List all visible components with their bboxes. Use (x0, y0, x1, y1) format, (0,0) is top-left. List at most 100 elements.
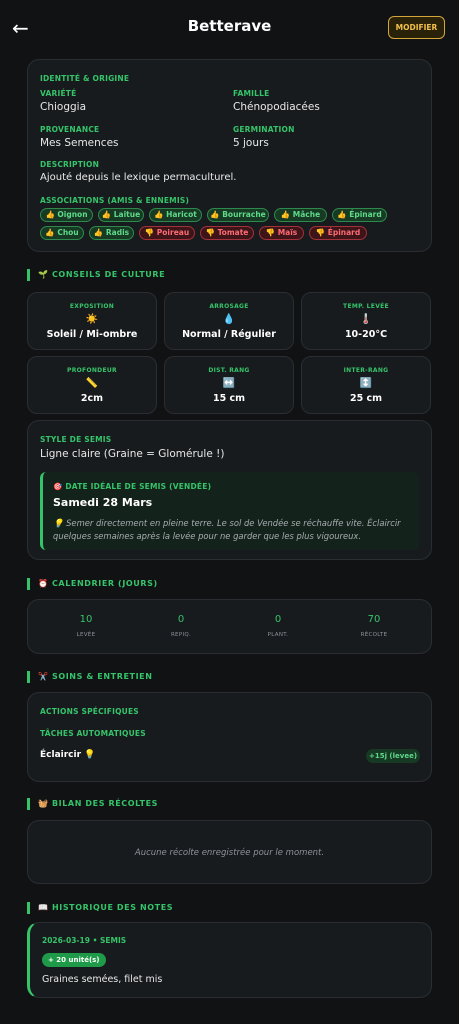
calendar-value: 0 (177, 614, 185, 625)
association-chip: 👍 Radis (89, 226, 134, 240)
sowing-tip-text: Semer directement en pleine terre. Le so… (53, 518, 401, 541)
ideal-date-value: Samedi 28 Mars (53, 496, 153, 509)
harvest-empty-text: Aucune récolte enregistrée pour le momen… (134, 848, 325, 858)
association-label: Mâche (292, 210, 321, 219)
tile-value: Normal / Régulier (182, 329, 276, 340)
sowing-style-value: Ligne claire (Graine = Glomérule !) (40, 448, 225, 460)
tile-label: INTER-RANG (343, 367, 389, 374)
thumbs-up-icon: 👍 (154, 210, 164, 219)
notes-section-heading: 📖 HISTORIQUE DES NOTES (27, 902, 173, 914)
association-chip: 👍 Épinard (332, 208, 387, 222)
association-label: Épinard (349, 210, 382, 219)
task-name: Éclaircir (40, 750, 82, 760)
tile-value: 10-20°C (344, 329, 388, 340)
thumbs-up-icon: 👍 (280, 210, 291, 219)
note-text: Graines semées, filet mis (42, 974, 163, 985)
association-chip: 👎 Tomate (200, 226, 254, 240)
association-chip: 👎 Maïs (259, 226, 304, 240)
association-chip: 👍 Bourrache (207, 208, 269, 222)
lightbulb-icon: 💡 (84, 750, 96, 760)
thumbs-down-icon: 👎 (144, 228, 155, 237)
association-chip: 👍 Laitue (98, 208, 144, 222)
family-label: FAMILLE (233, 89, 270, 98)
alarm-clock-icon: ⏰ (38, 579, 49, 588)
thumbs-up-icon: 👍 (337, 210, 347, 219)
association-label: Bourrache (222, 210, 266, 219)
description-label: DESCRIPTION (40, 160, 100, 169)
auto-task: Éclaircir 💡 (40, 750, 95, 760)
depth-tile: PROFONDEUR 📏 2cm (27, 356, 157, 414)
calendar-value: 10 (79, 614, 93, 625)
thumbs-up-icon: 👍 (101, 210, 112, 219)
identity-card: IDENTITÉ & ORIGINE VARIÉTÉ Chioggia FAMI… (27, 59, 432, 252)
thumbs-up-icon: 👍 (45, 228, 55, 237)
temperature-tile: TEMP. LEVÉE 🌡️ 10-20°C (301, 292, 431, 350)
care-section-title: SOINS & ENTRETIEN (51, 672, 153, 681)
watering-tile: ARROSAGE 💧 Normal / Régulier (164, 292, 294, 350)
row-distance-tile: DIST. RANG ↔️ 15 cm (164, 356, 294, 414)
thumbs-up-icon: 👍 (45, 210, 55, 219)
calendar-label: RÉCOLTE (360, 632, 388, 638)
association-chip: 👍 Haricot (149, 208, 202, 222)
ideal-date-label: DATE IDÉALE DE SEMIS (VENDÉE) (65, 482, 212, 491)
association-chip: 👎 Épinard (309, 226, 367, 240)
note-entry: 2026-03-19 • SEMIS + 20 unité(s) Graines… (27, 922, 432, 998)
specific-actions-label: ACTIONS SPÉCIFIQUES (40, 707, 139, 716)
tile-label: DIST. RANG (208, 367, 250, 374)
variety-value: Chioggia (40, 101, 87, 113)
scissors-icon: ✂️ (38, 672, 49, 681)
thumbs-down-icon: 👎 (315, 228, 326, 237)
tile-value: 25 cm (349, 393, 383, 404)
note-quantity-badge: + 20 unité(s) (42, 953, 106, 967)
culture-section-title: CONSEILS DE CULTURE (51, 270, 166, 279)
modify-button[interactable]: MODIFIER (388, 16, 445, 39)
thumbs-up-icon: 👍 (210, 210, 220, 219)
calendar-value: 0 (274, 614, 282, 625)
thumbs-up-icon: 👍 (93, 228, 104, 237)
tile-value: 15 cm (212, 393, 246, 404)
ideal-date-panel: 🎯 DATE IDÉALE DE SEMIS (VENDÉE) Samedi 2… (40, 472, 419, 550)
task-badge: +15j (levee) (366, 749, 420, 763)
association-chip: 👍 Oignon (40, 208, 93, 222)
harvest-section-title: BILAN DES RÉCOLTES (51, 799, 159, 808)
origin-value: Mes Semences (40, 137, 119, 149)
calendar-section-title: CALENDRIER (JOURS) (51, 579, 158, 588)
basket-icon: 🧺 (38, 799, 49, 808)
inter-row-tile: INTER-RANG ↕️ 25 cm (301, 356, 431, 414)
association-label: Radis (105, 228, 130, 237)
germination-label: GERMINATION (233, 125, 295, 134)
description-value: Ajouté depuis le lexique permaculturel. (40, 172, 237, 183)
calendar-section-heading: ⏰ CALENDRIER (JOURS) (27, 578, 158, 590)
associations-label: ASSOCIATIONS (AMIS & ENNEMIS) (40, 196, 190, 205)
calendar-label: REPIQ. (170, 632, 192, 638)
sowing-tip: 💡 Semer directement en pleine terre. Le … (53, 517, 415, 543)
exposition-tile: EXPOSITION ☀️ Soleil / Mi-ombre (27, 292, 157, 350)
association-label: Oignon (57, 210, 88, 219)
auto-tasks-label: TÂCHES AUTOMATIQUES (40, 729, 146, 738)
ruler-icon: 📏 (85, 378, 99, 389)
sowing-style-label: STYLE DE SEMIS (40, 435, 112, 444)
association-label: Maïs (277, 228, 298, 237)
tile-label: PROFONDEUR (67, 367, 117, 374)
association-chip: 👎 Poireau (139, 226, 195, 240)
lightbulb-icon: 💡 (53, 518, 64, 528)
calendar-value: 70 (367, 614, 381, 625)
sun-icon: ☀️ (85, 314, 99, 325)
vertical-arrows-icon: ↕️ (359, 378, 373, 389)
calendar-label: PLANT. (267, 632, 289, 638)
association-chip: 👍 Chou (40, 226, 84, 240)
thermometer-icon: 🌡️ (359, 314, 373, 325)
horizontal-arrows-icon: ↔️ (222, 378, 236, 389)
association-label: Poireau (156, 228, 190, 237)
calendar-card: 10 LEVÉE 0 REPIQ. 0 PLANT. 70 RÉCOLTE (27, 599, 432, 654)
variety-label: VARIÉTÉ (40, 89, 77, 98)
tile-value: 2cm (80, 393, 104, 404)
seedling-icon: 🌱 (38, 270, 49, 279)
association-label: Épinard (327, 228, 361, 237)
sowing-style-card: STYLE DE SEMIS Ligne claire (Graine = Gl… (27, 420, 432, 560)
culture-section-heading: 🌱 CONSEILS DE CULTURE (27, 269, 165, 281)
association-label: Tomate (217, 228, 249, 237)
target-icon: 🎯 (53, 482, 63, 491)
tile-value: Soleil / Mi-ombre (46, 329, 138, 340)
note-date: 2026-03-19 • SEMIS (42, 936, 127, 945)
